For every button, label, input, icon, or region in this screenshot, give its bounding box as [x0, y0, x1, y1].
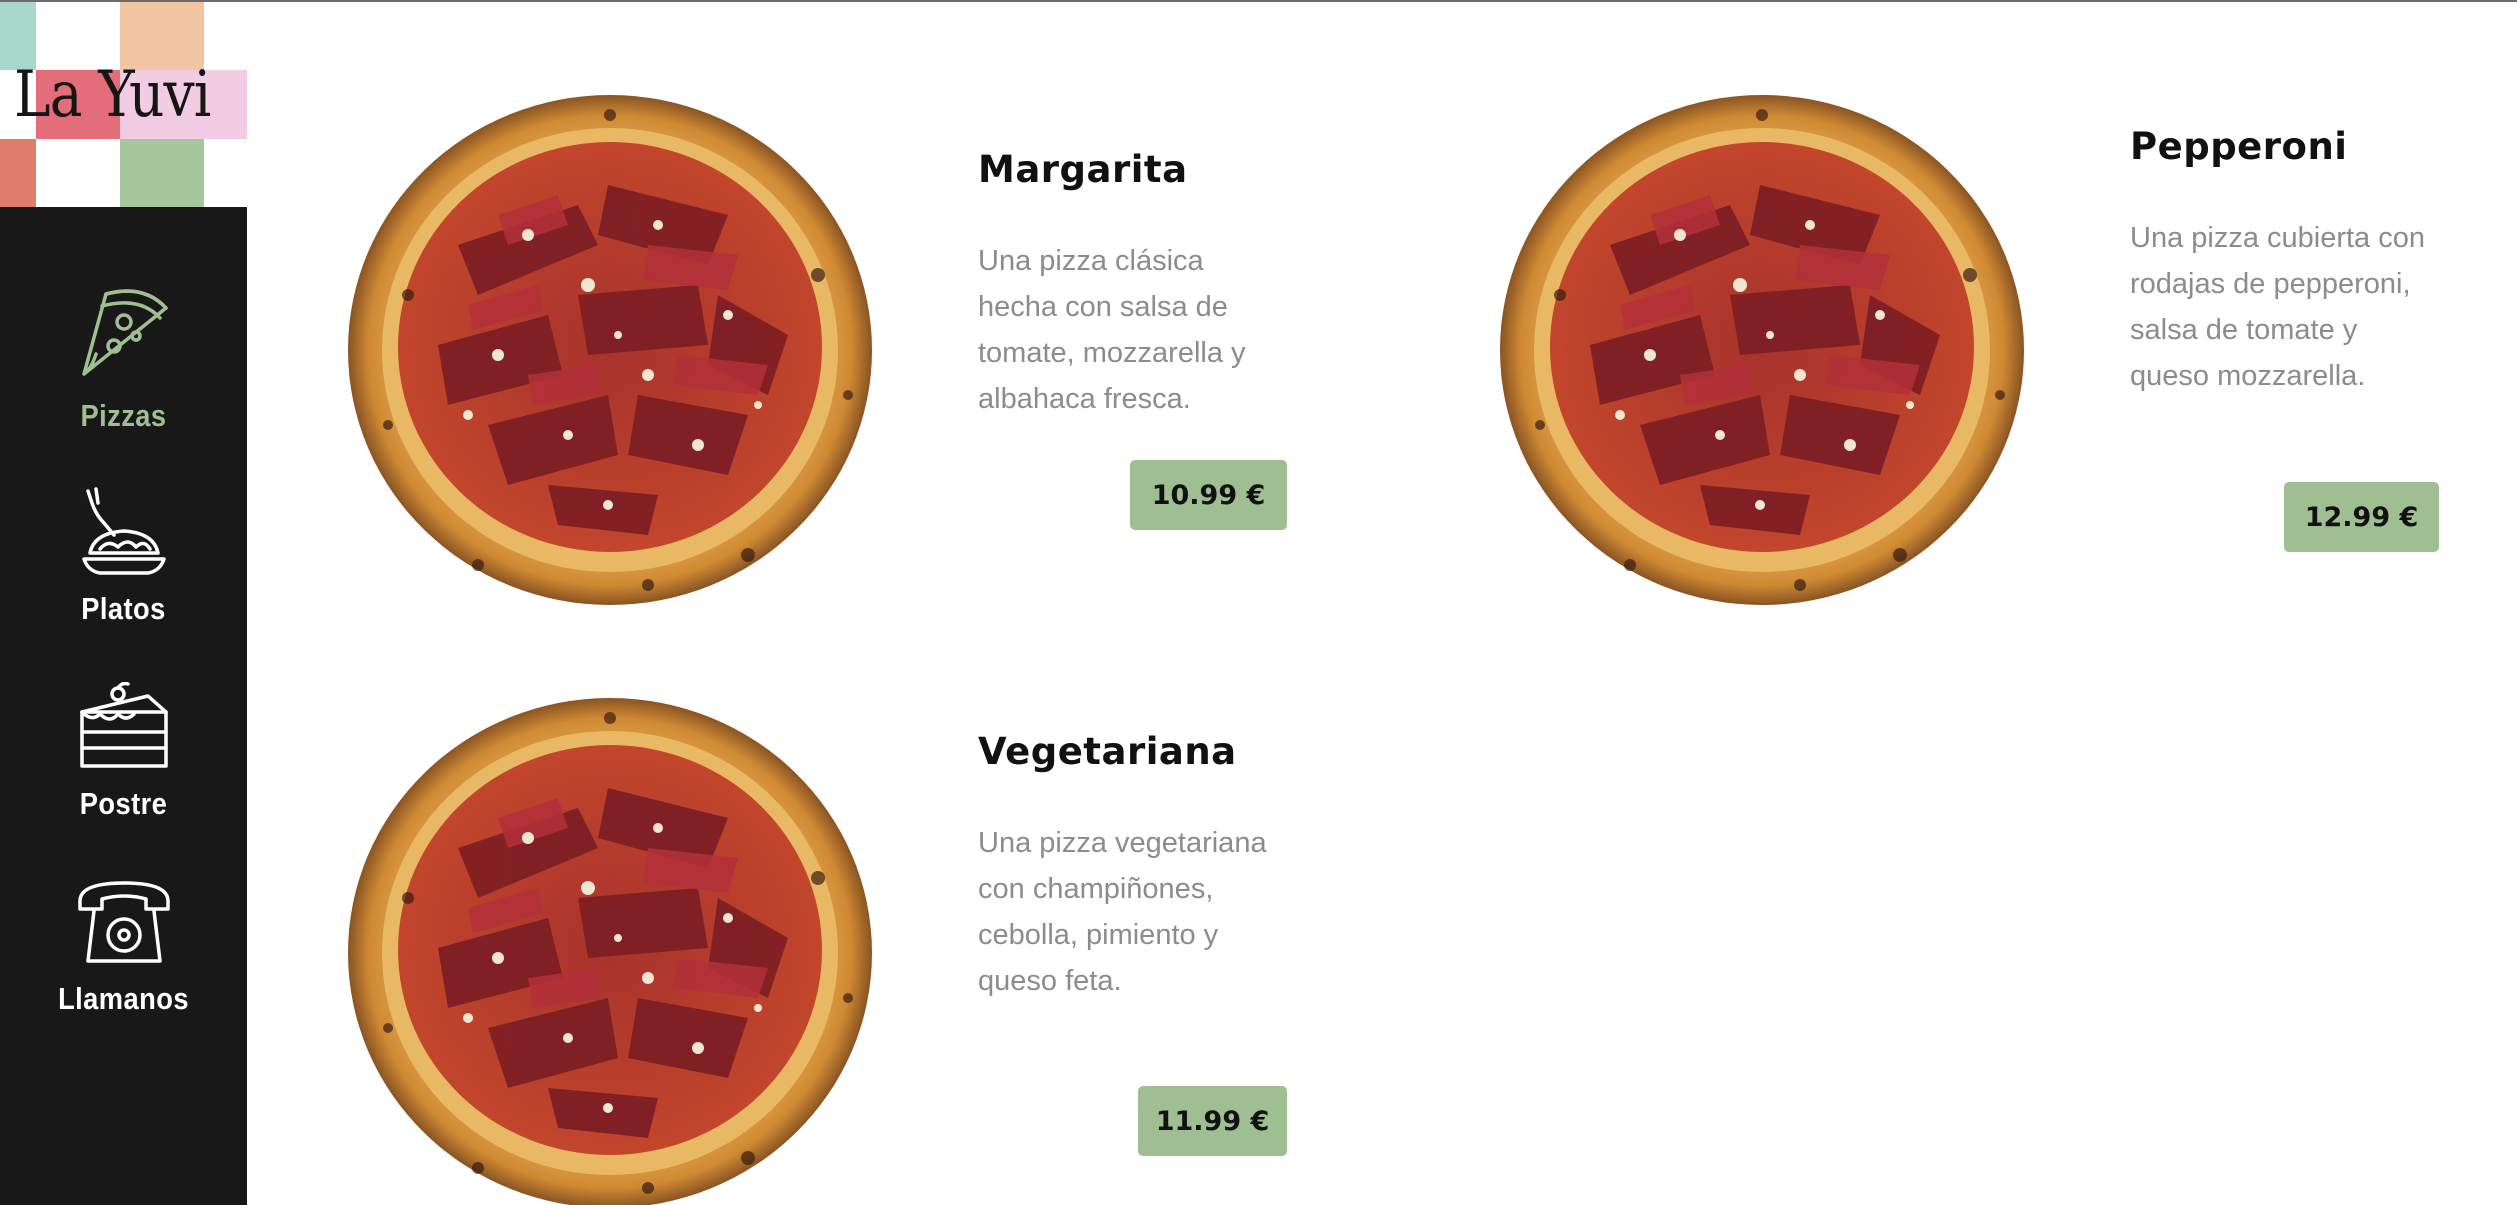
pasta-plate-icon	[81, 487, 166, 575]
menu-item-description: Una pizza clásica hecha con salsa de tom…	[978, 245, 1246, 415]
nav-label-postre: Postre	[79, 786, 168, 821]
cake-slice-icon	[79, 682, 168, 768]
logo-tile	[0, 139, 36, 207]
nav-item-postre[interactable]: Postre	[0, 682, 247, 822]
menu-item-title: Vegetariana	[978, 730, 1237, 773]
logo-tile	[120, 139, 204, 207]
top-border	[0, 0, 2517, 2]
sidebar: La Yuvi Pizzas Platos Postre Llamanos	[0, 2, 247, 1205]
price-button[interactable]: 12.99 €	[2284, 482, 2439, 552]
nav-label-llamanos: Llamanos	[58, 981, 189, 1016]
nav-item-platos[interactable]: Platos	[0, 487, 247, 627]
nav-item-pizzas[interactable]: Pizzas	[0, 274, 247, 434]
price-button[interactable]: 10.99 €	[1130, 460, 1287, 530]
logo[interactable]: La Yuvi	[0, 2, 247, 207]
price-button[interactable]: 11.99 €	[1138, 1086, 1287, 1156]
nav-item-llamanos[interactable]: Llamanos	[0, 877, 247, 1017]
telephone-icon	[77, 881, 170, 963]
menu-item-description: Una pizza vegetariana con champiñones, c…	[978, 827, 1267, 997]
nav-label-pizzas: Pizzas	[80, 398, 167, 433]
pizza-image	[348, 698, 872, 1205]
menu-item-title: Margarita	[978, 148, 1188, 191]
brand-name: La Yuvi	[14, 58, 211, 132]
menu-item-description: Una pizza cubierta con rodajas de pepper…	[2130, 222, 2425, 392]
pizza-image	[348, 95, 872, 605]
menu-item-title: Pepperoni	[2130, 125, 2348, 168]
pizza-image	[1500, 95, 2024, 605]
pizza-slice-icon	[81, 289, 168, 376]
nav-label-platos: Platos	[81, 591, 166, 626]
